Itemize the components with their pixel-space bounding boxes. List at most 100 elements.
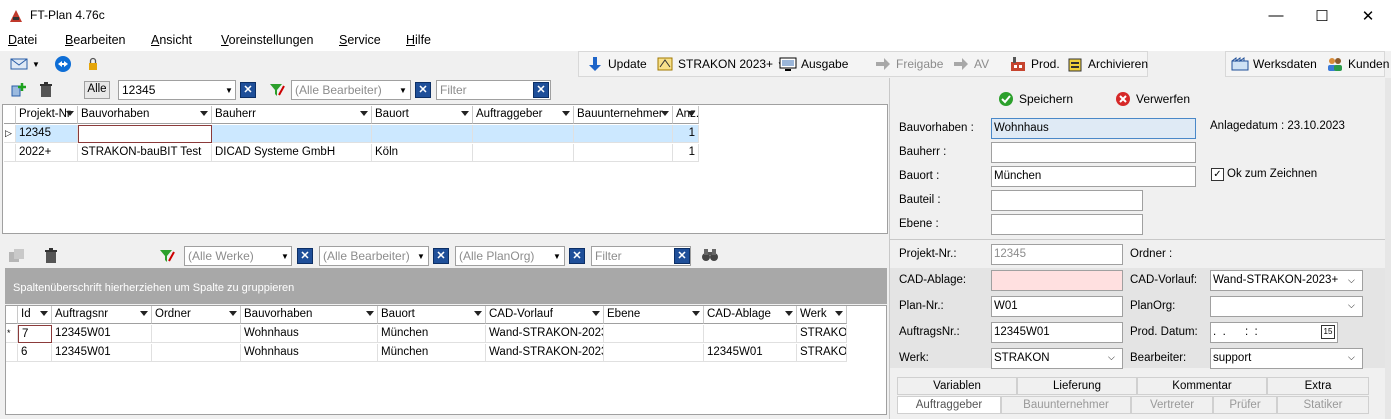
tab-kommentar[interactable]: Kommentar (1137, 377, 1267, 395)
column-header[interactable]: CAD-Ablage (704, 306, 797, 324)
bauort-field[interactable]: München (991, 166, 1196, 187)
chevron-down-icon[interactable] (40, 311, 48, 316)
tab-extra[interactable]: Extra (1267, 377, 1369, 395)
group-by-area[interactable]: Spaltenüberschrift hierherziehen um Spal… (5, 268, 887, 304)
filter-order-button[interactable] (158, 247, 176, 268)
alle-button[interactable]: Alle (84, 81, 110, 99)
clear-order-filter-button[interactable]: ✕ (674, 248, 690, 264)
clear-order-bearbeiter-button[interactable]: ✕ (433, 248, 449, 264)
column-header[interactable]: Ordner (152, 306, 241, 324)
freigabe-button[interactable]: Freigabe (870, 52, 947, 76)
table-cell[interactable] (473, 125, 574, 143)
chevron-down-icon[interactable]: ▼ (278, 247, 292, 265)
proddatum-field[interactable]: . . : : (1210, 322, 1338, 343)
menu-hilfe[interactable]: Hilfe (406, 33, 431, 47)
column-header[interactable]: Auftragsnr (52, 306, 152, 324)
project-search-input[interactable]: 12345 (118, 80, 236, 100)
table-cell[interactable] (574, 125, 673, 143)
chevron-down-icon[interactable] (592, 311, 600, 316)
table-cell[interactable]: 12345W01 (52, 344, 152, 362)
chevron-down-icon[interactable] (366, 311, 374, 316)
chevron-down-icon[interactable] (200, 111, 208, 116)
planorg-select[interactable] (1210, 296, 1363, 317)
clear-werke-button[interactable]: ✕ (297, 248, 313, 264)
column-header[interactable]: Id (18, 306, 52, 324)
table-cell[interactable]: Wand-STRAKON-2023- (486, 344, 604, 362)
bauteil-field[interactable] (991, 190, 1143, 211)
strakon-button[interactable]: STRAKON 2023+ ▼ (652, 52, 789, 76)
column-header[interactable]: Bauvorhaben (241, 306, 378, 324)
menu-ansicht[interactable]: Ansicht (151, 33, 192, 47)
table-cell[interactable]: München (378, 325, 486, 343)
plannr-field[interactable]: W01 (991, 296, 1123, 317)
table-cell[interactable]: Wand-STRAKON-2023- (486, 325, 604, 343)
cadablage-field[interactable] (991, 270, 1123, 291)
werk-select[interactable]: STRAKON (991, 348, 1123, 369)
archivieren-button[interactable]: Archivieren (1062, 52, 1152, 76)
table-cell[interactable]: 7 (18, 325, 52, 343)
table-cell[interactable] (212, 125, 372, 143)
werke-select[interactable]: (Alle Werke) (184, 246, 292, 266)
table-cell[interactable] (152, 325, 241, 343)
lock-button[interactable] (80, 52, 106, 76)
table-cell[interactable]: STRAKON (797, 344, 847, 362)
chevron-down-icon[interactable]: ▼ (396, 81, 410, 99)
clear-bearbeiter-button[interactable]: ✕ (415, 82, 431, 98)
table-cell[interactable]: 6 (18, 344, 52, 362)
search-button[interactable] (701, 246, 719, 266)
row-indicator[interactable] (4, 144, 16, 162)
chevron-down-icon[interactable] (692, 311, 700, 316)
column-header[interactable]: Bauherr (212, 106, 372, 124)
tab-vertreter[interactable]: Vertreter (1131, 396, 1213, 414)
menu-service[interactable]: Service (339, 33, 381, 47)
bearbeiter-select[interactable]: support (1210, 348, 1363, 369)
add-order-button[interactable] (8, 247, 26, 267)
cadvorlauf-select[interactable]: Wand-STRAKON-2023+ (1210, 270, 1363, 291)
table-cell[interactable]: 12345W01 (704, 344, 797, 362)
column-header[interactable]: Bauort (372, 106, 473, 124)
chevron-down-icon[interactable] (474, 311, 482, 316)
column-header[interactable]: Bauunternehmer (574, 106, 673, 124)
clear-filter-button[interactable]: ✕ (533, 82, 549, 98)
table-cell[interactable]: DICAD Systeme GmbH (212, 144, 372, 162)
maximize-button[interactable]: ☐ (1299, 0, 1345, 31)
chevron-down-icon[interactable]: ▼ (414, 247, 428, 265)
menu-voreinstellungen[interactable]: Voreinstellungen (221, 33, 313, 47)
chevron-down-icon[interactable] (140, 311, 148, 316)
table-cell[interactable] (604, 344, 704, 362)
mail-button[interactable]: ▼ (6, 52, 44, 76)
chevron-down-icon[interactable] (687, 111, 695, 116)
table-cell[interactable]: 12345W01 (52, 325, 152, 343)
close-button[interactable]: ✕ (1345, 0, 1391, 31)
tab-bauunternehmer[interactable]: Bauunternehmer (1001, 396, 1131, 414)
tab-pruefer[interactable]: Prüfer (1213, 396, 1277, 414)
clear-search-button[interactable]: ✕ (240, 82, 256, 98)
table-cell[interactable]: 12345 (16, 125, 78, 143)
prod-button[interactable]: Prod. (1005, 52, 1064, 76)
tab-auftraggeber[interactable]: Auftraggeber (897, 396, 1001, 414)
menu-bearbeiten[interactable]: Bearbeiten (65, 33, 125, 47)
column-header[interactable]: Werk (797, 306, 847, 324)
column-header[interactable]: Projekt-Nr (16, 106, 78, 124)
table-cell[interactable]: Wohnhaus (241, 344, 378, 362)
table-cell[interactable] (78, 125, 212, 143)
delete-order-button[interactable] (42, 247, 60, 267)
column-header[interactable]: CAD-Vorlauf (486, 306, 604, 324)
ebene-field[interactable] (991, 214, 1143, 235)
table-cell[interactable]: Wohnhaus (241, 325, 378, 343)
table-cell[interactable]: München (378, 344, 486, 362)
table-cell[interactable]: STRAKON-bauBIT Test (78, 144, 212, 162)
tab-statiker[interactable]: Statiker (1277, 396, 1369, 414)
table-cell[interactable] (372, 125, 473, 143)
table-cell[interactable] (574, 144, 673, 162)
av-button[interactable]: AV (948, 52, 993, 76)
column-header[interactable]: Bauvorhaben (78, 106, 212, 124)
add-project-button[interactable] (10, 81, 28, 102)
chevron-down-icon[interactable] (835, 311, 843, 316)
table-cell[interactable]: 1 (673, 144, 699, 162)
scrollbar[interactable] (1385, 78, 1391, 419)
row-indicator[interactable] (6, 344, 18, 362)
chevron-down-icon[interactable] (66, 111, 74, 116)
werksdaten-button[interactable]: Werksdaten (1227, 52, 1321, 76)
ausgabe-button[interactable]: Ausgabe (775, 52, 852, 76)
